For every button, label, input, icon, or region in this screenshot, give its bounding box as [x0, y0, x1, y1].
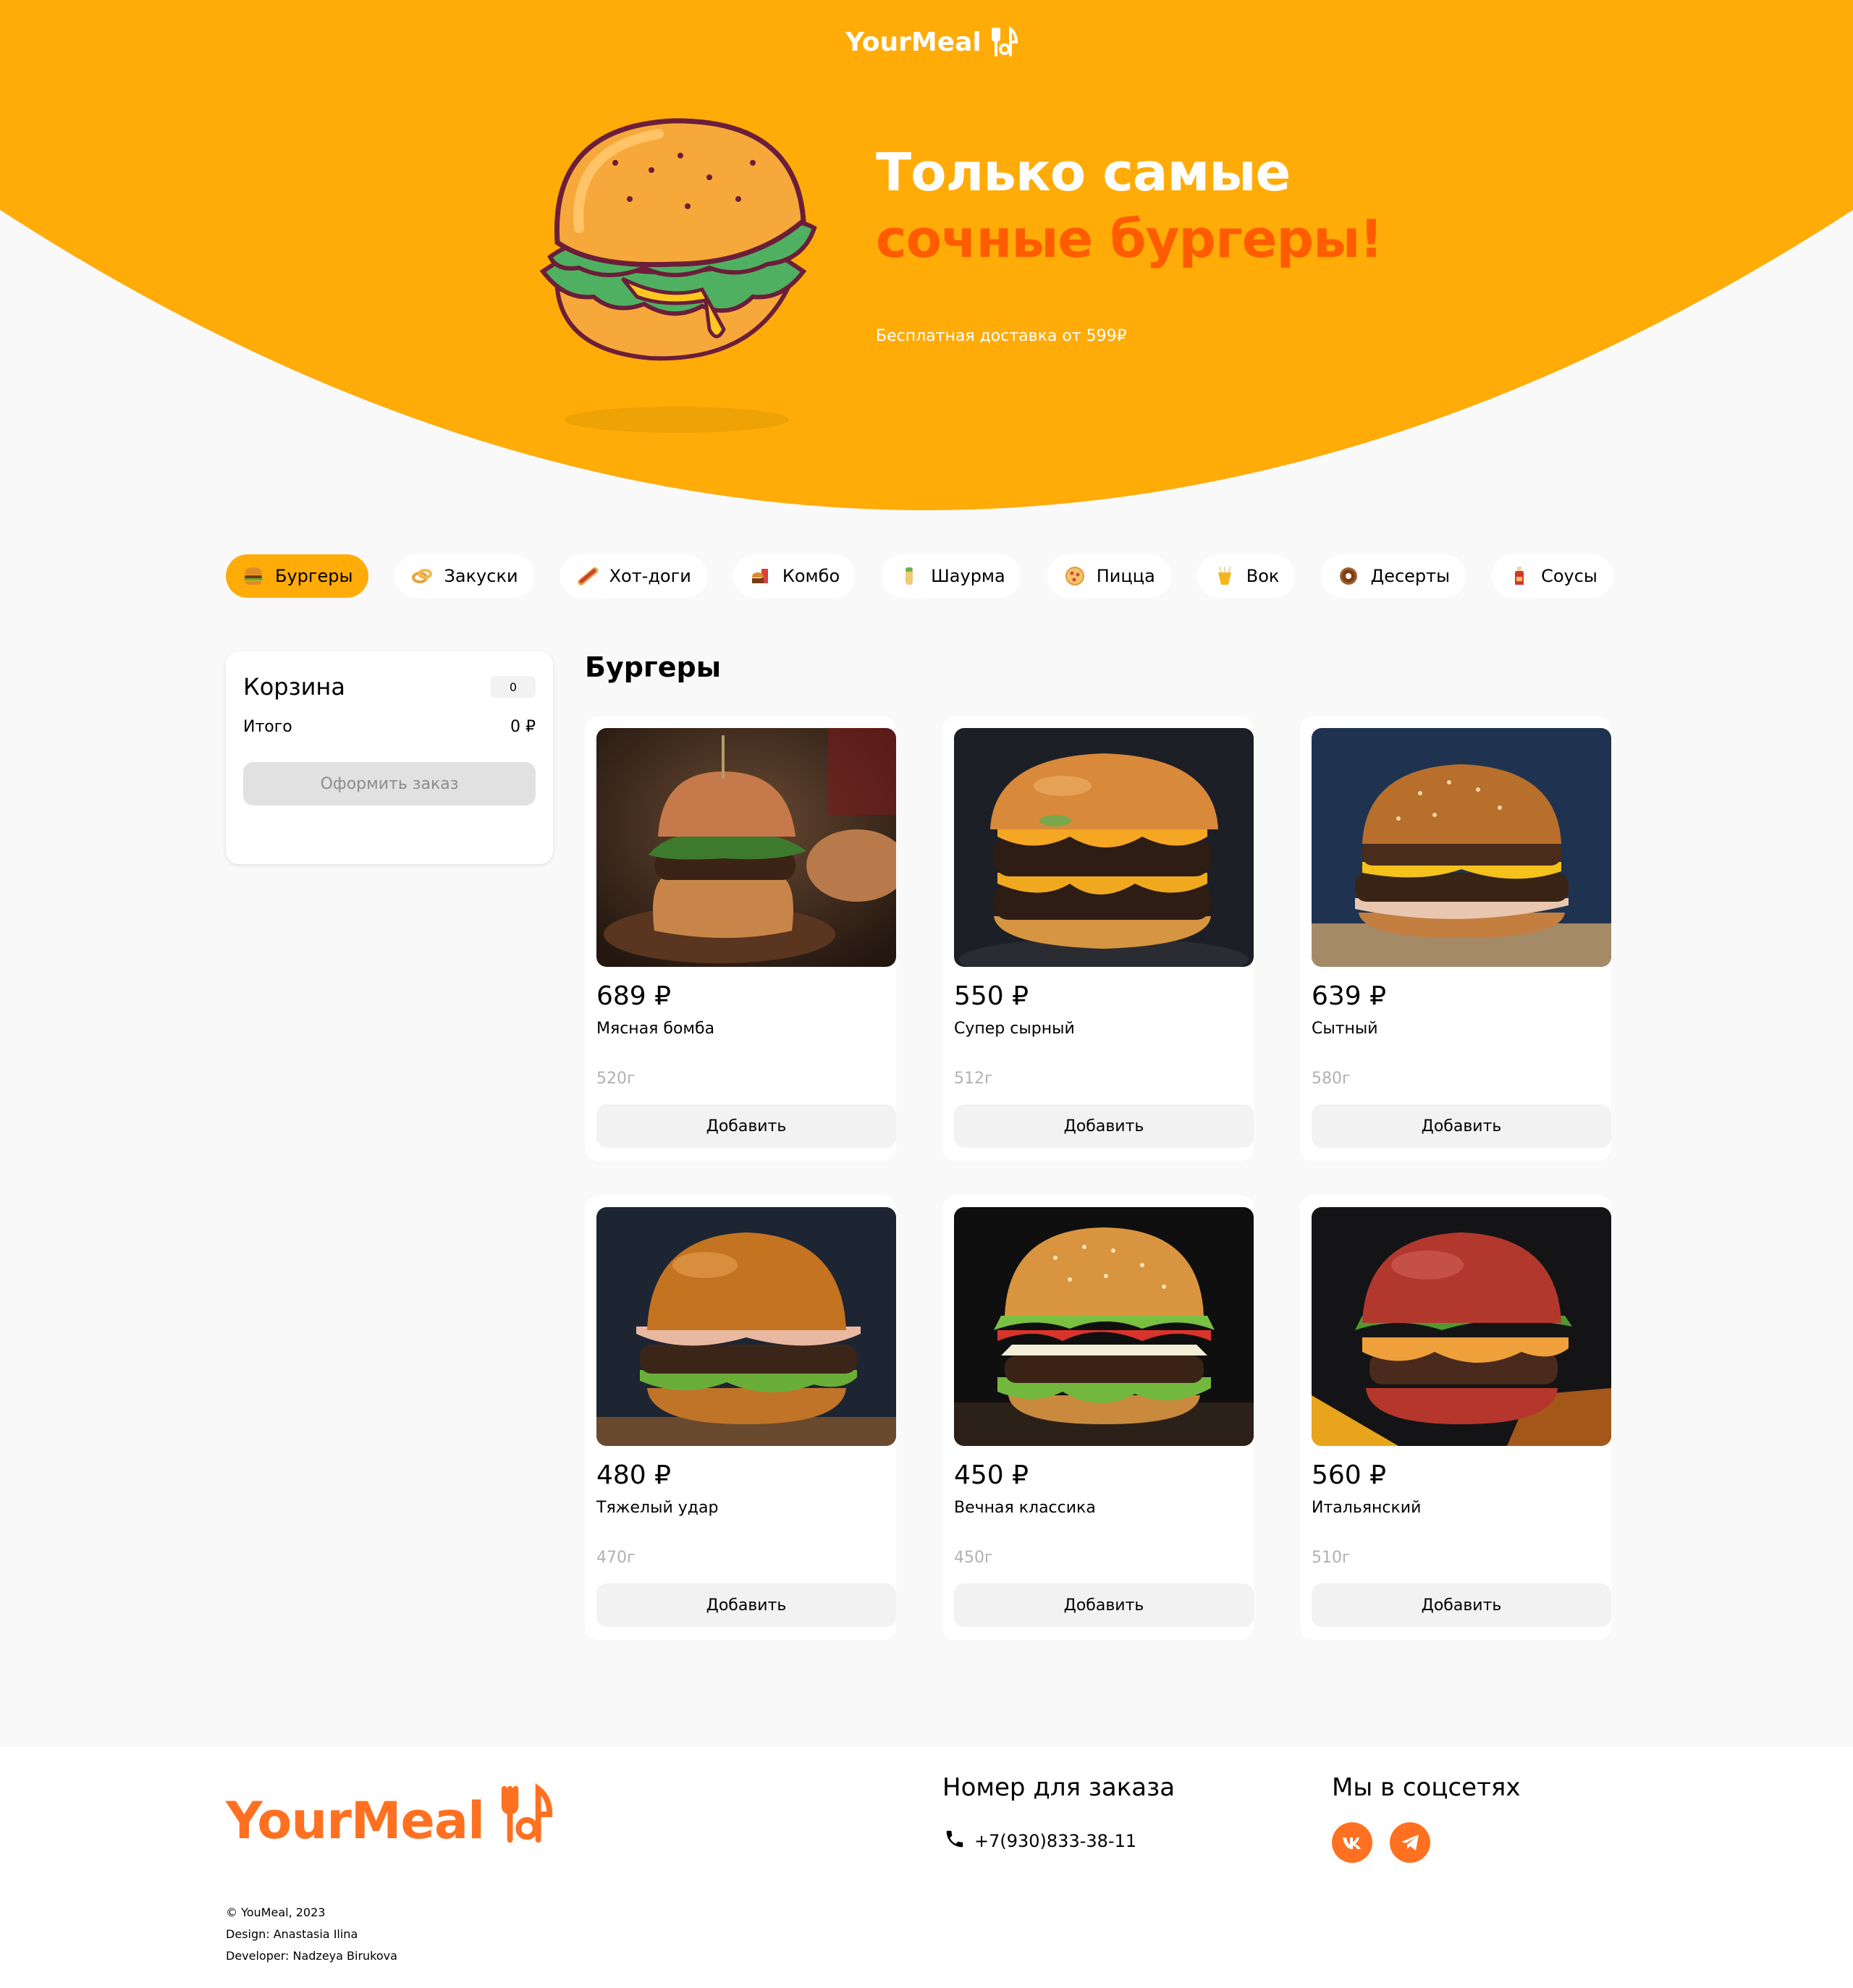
product-name: Тяжелый удар: [596, 1499, 719, 1517]
product-card: 639 ₽ Сытный 580г Добавить: [1300, 716, 1611, 1161]
category-shawarma[interactable]: Шаурма: [882, 554, 1021, 598]
phone-icon: [944, 1828, 966, 1854]
product-card: 480 ₽ Тяжелый удар 470г Добавить: [585, 1196, 896, 1640]
add-to-cart-button[interactable]: Добавить: [1312, 1583, 1611, 1627]
product-name: Вечная классика: [954, 1499, 1096, 1517]
category-nav: Бургеры Закуски Хот-доги Комбо Шаурма Пи…: [226, 554, 1613, 598]
header-logo[interactable]: YourMeal: [845, 26, 1021, 58]
footer-logo-text: YourMeal: [226, 1790, 485, 1850]
category-label: Бургеры: [275, 566, 353, 586]
burger-illustration: [539, 118, 817, 433]
category-label: Комбо: [782, 566, 840, 586]
logo-text: YourMeal: [845, 27, 982, 57]
category-label: Хот-доги: [609, 566, 691, 586]
cart-count-badge: 0: [491, 676, 536, 698]
product-name: Мясная бомба: [596, 1020, 715, 1038]
order-title: Номер для заказа: [942, 1773, 1175, 1802]
category-hotdogs[interactable]: Хот-доги: [560, 554, 707, 598]
product-weight: 510г: [1312, 1549, 1351, 1567]
category-label: Вок: [1246, 566, 1280, 586]
product-price: 689 ₽: [596, 981, 672, 1011]
product-price: 639 ₽: [1312, 981, 1387, 1011]
hero-banner: YourMeal Только самые сочные бургеры! Бе…: [0, 0, 1853, 514]
add-to-cart-button[interactable]: Добавить: [596, 1104, 896, 1148]
product-grid: 689 ₽ Мясная бомба 520г Добавить 550 ₽ С…: [585, 716, 1611, 1640]
social-links: [1332, 1822, 1430, 1863]
category-label: Десерты: [1370, 566, 1451, 586]
product-photo[interactable]: [1312, 1207, 1611, 1446]
cart-title: Корзина: [243, 673, 345, 701]
product-price: 480 ₽: [596, 1460, 672, 1490]
hero-title-line1: Только самые: [876, 142, 1291, 203]
product-weight: 512г: [954, 1070, 993, 1088]
hotdog-icon: [576, 564, 599, 588]
product-photo[interactable]: [596, 728, 896, 967]
shawarma-icon: [898, 564, 921, 588]
hero-title: Только самые сочные бургеры!: [876, 139, 1383, 272]
cart-panel: Корзина 0 Итого 0 ₽ Оформить заказ: [226, 651, 553, 864]
product-name: Сытный: [1312, 1020, 1378, 1038]
product-photo[interactable]: [596, 1207, 896, 1446]
hero-subtitle: Бесплатная доставка от 599₽: [876, 327, 1127, 345]
product-weight: 470г: [596, 1549, 636, 1567]
design-credit: Design: Anastasia Ilina: [226, 1927, 358, 1941]
footer-logo[interactable]: YourMeal: [226, 1782, 558, 1858]
hero-title-line2: сочные бургеры!: [876, 208, 1383, 269]
phone-number: +7(930)833-38-11: [974, 1831, 1137, 1851]
cart-total-label: Итого: [243, 718, 292, 736]
pizza-icon: [1063, 564, 1086, 588]
onion-rings-icon: [410, 564, 434, 588]
cutlery-icon: [496, 1782, 558, 1858]
wok-icon: [1213, 564, 1236, 588]
phone-link[interactable]: +7(930)833-38-11: [944, 1828, 1136, 1854]
product-price: 450 ₽: [954, 1460, 1029, 1490]
product-weight: 450г: [954, 1549, 993, 1567]
sauce-icon: [1508, 564, 1531, 588]
product-card: 550 ₽ Супер сырный 512г Добавить: [942, 716, 1254, 1161]
product-name: Супер сырный: [954, 1020, 1075, 1038]
vk-icon[interactable]: [1332, 1822, 1372, 1863]
add-to-cart-button[interactable]: Добавить: [954, 1104, 1254, 1148]
category-label: Пицца: [1096, 566, 1155, 586]
product-price: 560 ₽: [1312, 1460, 1387, 1490]
copyright: © YouMeal, 2023: [226, 1905, 326, 1919]
social-title: Мы в соцсетях: [1332, 1773, 1521, 1802]
add-to-cart-button[interactable]: Добавить: [1312, 1104, 1611, 1148]
category-pizza[interactable]: Пицца: [1047, 554, 1171, 598]
cutlery-icon: [989, 26, 1021, 58]
category-sauces[interactable]: Соусы: [1492, 554, 1613, 598]
donut-icon: [1337, 564, 1360, 588]
product-photo[interactable]: [1312, 728, 1611, 967]
product-photo[interactable]: [954, 728, 1254, 967]
category-desserts[interactable]: Десерты: [1321, 554, 1466, 598]
checkout-button[interactable]: Оформить заказ: [243, 762, 536, 805]
burger-icon: [242, 564, 265, 588]
category-label: Шаурма: [931, 566, 1005, 586]
section-title: Бургеры: [585, 651, 722, 683]
footer: YourMeal © YouMeal, 2023 Design: Anastas…: [0, 1747, 1853, 1988]
product-weight: 520г: [596, 1070, 636, 1088]
cart-total-value: 0 ₽: [510, 718, 536, 736]
category-snacks[interactable]: Закуски: [394, 554, 534, 598]
category-combo[interactable]: Комбо: [733, 554, 856, 598]
product-card: 560 ₽ Итальянский 510г Добавить: [1300, 1196, 1611, 1640]
category-label: Закуски: [444, 566, 518, 586]
developer-credit: Developer: Nadzeya Birukova: [226, 1949, 397, 1963]
category-label: Соусы: [1541, 566, 1597, 586]
add-to-cart-button[interactable]: Добавить: [954, 1583, 1254, 1627]
product-photo[interactable]: [954, 1207, 1254, 1446]
product-card: 689 ₽ Мясная бомба 520г Добавить: [585, 716, 896, 1161]
product-card: 450 ₽ Вечная классика 450г Добавить: [942, 1196, 1254, 1640]
telegram-icon[interactable]: [1390, 1822, 1430, 1863]
product-name: Итальянский: [1312, 1499, 1422, 1517]
category-burgers[interactable]: Бургеры: [226, 554, 369, 598]
product-weight: 580г: [1312, 1070, 1351, 1088]
category-wok[interactable]: Вок: [1196, 554, 1296, 598]
add-to-cart-button[interactable]: Добавить: [596, 1583, 896, 1627]
combo-icon: [749, 564, 772, 588]
footer-credits: © YouMeal, 2023 Design: Anastasia Ilina …: [226, 1902, 397, 1967]
product-price: 550 ₽: [954, 981, 1029, 1011]
